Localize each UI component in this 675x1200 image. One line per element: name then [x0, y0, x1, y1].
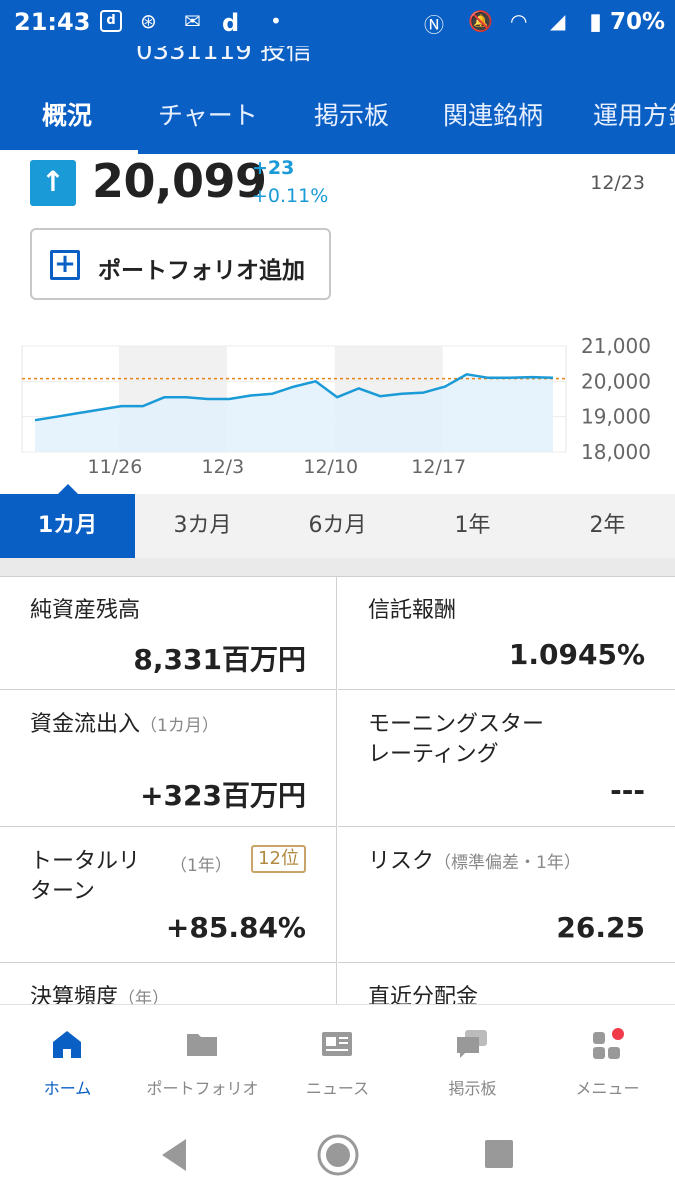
price-change: +23	[252, 157, 295, 179]
stat-net-assets: 純資産残高 8,331百万円	[0, 576, 337, 690]
app-notification-icon: d	[100, 10, 122, 32]
bottom-nav: ホーム ポートフォリオ ニュース 掲示板 メニュー	[0, 1004, 675, 1112]
tab-board[interactable]: 掲示板	[314, 96, 389, 132]
status-bar: 21:43 d ⊛ ✉ d • Ⓝ 🔕 ◠ ◢ ▮ 70%	[0, 0, 675, 46]
y-tick-label: 18,000	[581, 440, 651, 464]
rank-badge: 12位	[251, 845, 306, 873]
up-arrow-icon: ↑	[30, 160, 76, 206]
mail-notification-icon: ✉	[184, 9, 201, 33]
range-1m[interactable]: 1カ月	[0, 494, 135, 558]
battery-level: ▮ 70%	[589, 9, 665, 35]
signal-icon: ◢	[550, 9, 566, 33]
fund-stats: 純資産残高 8,331百万円 信託報酬 1.0945% 資金流出入（1カ月） +…	[0, 576, 675, 1006]
nav-menu[interactable]: メニュー	[540, 1005, 675, 1111]
price-chart: 21,000 20,000 19,000 18,000 11/26 12/3 12/10 12…	[0, 334, 675, 486]
stat-label: 直近分配金	[368, 985, 479, 1006]
nfc-notification-icon: ⊛	[140, 9, 157, 33]
nav-board[interactable]: 掲示板	[405, 1005, 540, 1111]
range-6m[interactable]: 6カ月	[270, 494, 405, 558]
price-change-pct: +0.11%	[252, 185, 329, 207]
home-icon	[53, 1031, 81, 1058]
add-portfolio-label: ポートフォリオ追加	[98, 258, 305, 284]
stat-total-return: トータルリターン （1年） 12位 +85.84%	[0, 827, 337, 963]
range-1y[interactable]: 1年	[405, 494, 540, 558]
stat-value: 8,331百万円	[133, 643, 306, 676]
newspaper-icon	[322, 1032, 352, 1056]
stat-fund-flow: 資金流出入（1カ月） +323百万円	[0, 690, 337, 827]
stat-label: 信託報酬	[368, 598, 457, 623]
x-tick-label: 12/17	[411, 456, 466, 478]
battery-icon: ▮	[589, 9, 602, 35]
stat-label: 資金流出入（1カ月）	[30, 712, 219, 737]
stat-settlement: 決算頻度（年）	[0, 963, 337, 1006]
price-chart-svg: 21,000 20,000 19,000 18,000 11/26 12/3 12/10 12…	[21, 334, 651, 478]
fund-title: 0331119 投信	[136, 46, 313, 66]
system-nav-bar	[0, 1111, 675, 1200]
nav-home[interactable]: ホーム	[0, 1005, 135, 1111]
back-icon[interactable]	[158, 1137, 190, 1173]
x-tick-label: 12/10	[303, 456, 358, 478]
tab-chart[interactable]: チャート	[158, 96, 258, 132]
stat-value: +323百万円	[140, 779, 306, 812]
stat-label: モーニングスター レーティング	[368, 712, 545, 767]
status-time: 21:43	[14, 8, 91, 36]
price-value: 20,099	[92, 154, 267, 208]
section-divider	[0, 558, 675, 577]
plus-icon: +	[50, 250, 80, 280]
price-summary: ↑ 20,099 +23 +0.11% 12/23	[0, 154, 675, 224]
stat-label: 純資産残高	[30, 598, 141, 623]
stat-distribution: 直近分配金	[338, 963, 675, 1006]
add-portfolio-button[interactable]: + ポートフォリオ追加	[30, 228, 331, 300]
stat-value: +85.84%	[165, 911, 306, 944]
y-tick-label: 20,000	[581, 369, 651, 393]
stat-morningstar: モーニングスター レーティング ---	[338, 690, 675, 827]
stat-label: リスク（標準偏差・1年）	[368, 849, 581, 874]
nav-portfolio[interactable]: ポートフォリオ	[135, 1005, 270, 1111]
stat-trust-fee: 信託報酬 1.0945%	[338, 576, 675, 690]
stat-value: 1.0945%	[508, 638, 645, 671]
d-app-icon: d	[222, 9, 240, 37]
chat-bubbles-icon	[457, 1030, 487, 1058]
price-date: 12/23	[590, 172, 645, 194]
home-circle-icon[interactable]	[316, 1133, 360, 1177]
menu-grid-icon	[593, 1028, 624, 1059]
nfc-icon: Ⓝ	[424, 13, 444, 37]
stat-label: 決算頻度（年）	[30, 985, 170, 1006]
y-tick-label: 19,000	[581, 405, 651, 429]
x-tick-label: 12/3	[201, 456, 244, 478]
stat-risk: リスク（標準偏差・1年） 26.25	[338, 827, 675, 963]
tab-related[interactable]: 関連銘柄	[443, 96, 543, 132]
range-2y[interactable]: 2年	[540, 494, 675, 558]
recents-icon[interactable]	[484, 1139, 514, 1169]
header: 0331119 投信 概況 チャート 掲示板 関連銘柄 運用方針	[0, 46, 675, 154]
nav-news[interactable]: ニュース	[270, 1005, 405, 1111]
wifi-icon: ◠	[510, 9, 528, 33]
tab-policy[interactable]: 運用方針	[593, 96, 675, 132]
range-selector: 1カ月 3カ月 6カ月 1年 2年	[0, 484, 675, 560]
stat-value: ---	[610, 774, 645, 807]
stat-label: トータルリターン	[30, 849, 141, 904]
more-notifications-icon: •	[270, 9, 282, 33]
mute-icon: 🔕	[468, 9, 493, 33]
folder-icon	[187, 1034, 217, 1056]
x-tick-label: 11/26	[88, 456, 143, 478]
y-tick-label: 21,000	[581, 336, 651, 358]
stat-sub: （1年）	[170, 856, 232, 876]
tab-overview[interactable]: 概況	[42, 96, 92, 132]
stat-value: 26.25	[556, 911, 645, 944]
range-3m[interactable]: 3カ月	[135, 494, 270, 558]
range-pointer	[58, 484, 78, 494]
